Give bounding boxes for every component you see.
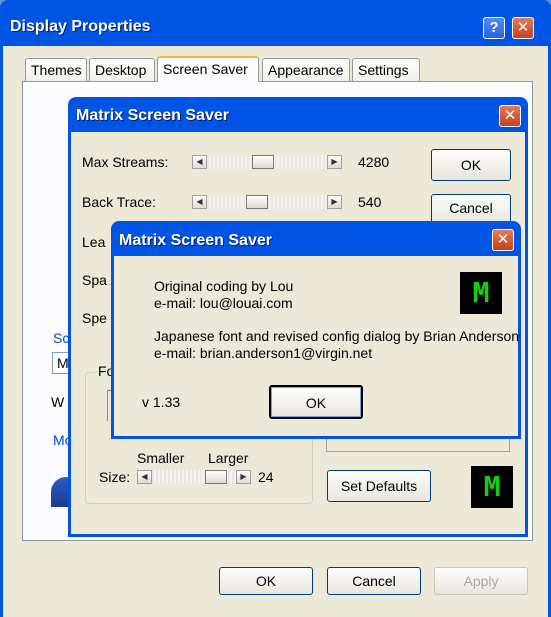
tab-screen-saver[interactable]: Screen Saver: [157, 56, 259, 82]
about-matrix-logo-icon: M: [460, 272, 502, 314]
max-streams-right-arrow-icon[interactable]: ▶: [327, 155, 342, 169]
speed-label: Spe: [82, 310, 107, 326]
font-size-label: Size:: [99, 469, 131, 485]
tab-themes-label: Themes: [31, 62, 82, 78]
font-size-left-arrow-icon[interactable]: ◀: [137, 470, 152, 484]
help-button[interactable]: ?: [483, 17, 505, 39]
font-size-thumb[interactable]: [205, 470, 227, 484]
spacing-label: Spa: [82, 272, 107, 288]
max-streams-label: Max Streams:: [82, 154, 169, 170]
credit-line-4: e-mail: brian.anderson1@virgin.net: [154, 345, 373, 361]
font-size-right-arrow-icon[interactable]: ▶: [236, 470, 251, 484]
max-streams-left-arrow-icon[interactable]: ◀: [192, 155, 207, 169]
version-label: v 1.33: [142, 394, 181, 410]
back-trace-right-arrow-icon[interactable]: ▶: [327, 195, 342, 209]
screensaver-group-label: Sc: [53, 330, 70, 346]
close-button[interactable]: ✕: [512, 17, 534, 39]
back-trace-left-arrow-icon[interactable]: ◀: [192, 195, 207, 209]
window-title: Display Properties: [10, 18, 151, 35]
config-ok-button[interactable]: OK: [431, 149, 511, 181]
back-trace-slider[interactable]: ◀ ▶: [192, 195, 342, 211]
max-streams-slider[interactable]: ◀ ▶: [192, 155, 342, 171]
back-trace-label: Back Trace:: [82, 194, 156, 210]
back-trace-thumb[interactable]: [246, 195, 268, 209]
tab-desktop[interactable]: Desktop: [89, 58, 155, 82]
main-cancel-button[interactable]: Cancel: [327, 567, 421, 595]
about-close-button[interactable]: ✕: [492, 229, 514, 251]
about-client: Original coding by Lou e-mail: lou@louai…: [114, 256, 520, 436]
matrix-config-title: Matrix Screen Saver: [76, 107, 229, 124]
about-title: Matrix Screen Saver: [119, 232, 272, 249]
tab-desktop-label: Desktop: [95, 62, 147, 78]
tab-themes[interactable]: Themes: [25, 58, 87, 82]
back-trace-value: 540: [358, 194, 382, 210]
tab-appearance-label: Appearance: [268, 62, 344, 78]
about-dialog: Matrix Screen Saver ✕ Original coding by…: [111, 221, 521, 439]
main-ok-button[interactable]: OK: [219, 567, 313, 595]
credit-line-2: e-mail: lou@louai.com: [154, 295, 293, 311]
tab-appearance[interactable]: Appearance: [262, 58, 350, 82]
font-larger-label: Larger: [208, 450, 249, 466]
font-smaller-label: Smaller: [137, 450, 185, 466]
matrix-config-close-button[interactable]: ✕: [499, 105, 521, 127]
tab-settings[interactable]: Settings: [352, 58, 420, 82]
wait-label: W: [51, 394, 65, 410]
tab-screen-saver-label: Screen Saver: [163, 61, 248, 77]
credit-line-1: Original coding by Lou: [154, 278, 294, 294]
set-defaults-button[interactable]: Set Defaults: [327, 470, 431, 502]
max-streams-value: 4280: [358, 154, 390, 170]
lead-label: Lea: [82, 234, 106, 250]
matrix-logo-icon: M: [471, 466, 513, 508]
about-ok-button[interactable]: OK: [269, 385, 363, 419]
config-cancel-button[interactable]: Cancel: [431, 194, 511, 224]
credit-line-3: Japanese font and revised config dialog …: [154, 328, 520, 344]
font-size-slider[interactable]: ◀ ▶: [137, 470, 251, 486]
font-size-value: 24: [258, 469, 274, 485]
max-streams-thumb[interactable]: [252, 155, 274, 169]
screensaver-select-text: M: [57, 355, 69, 371]
tab-settings-label: Settings: [358, 62, 409, 78]
main-apply-button[interactable]: Apply: [434, 567, 528, 595]
